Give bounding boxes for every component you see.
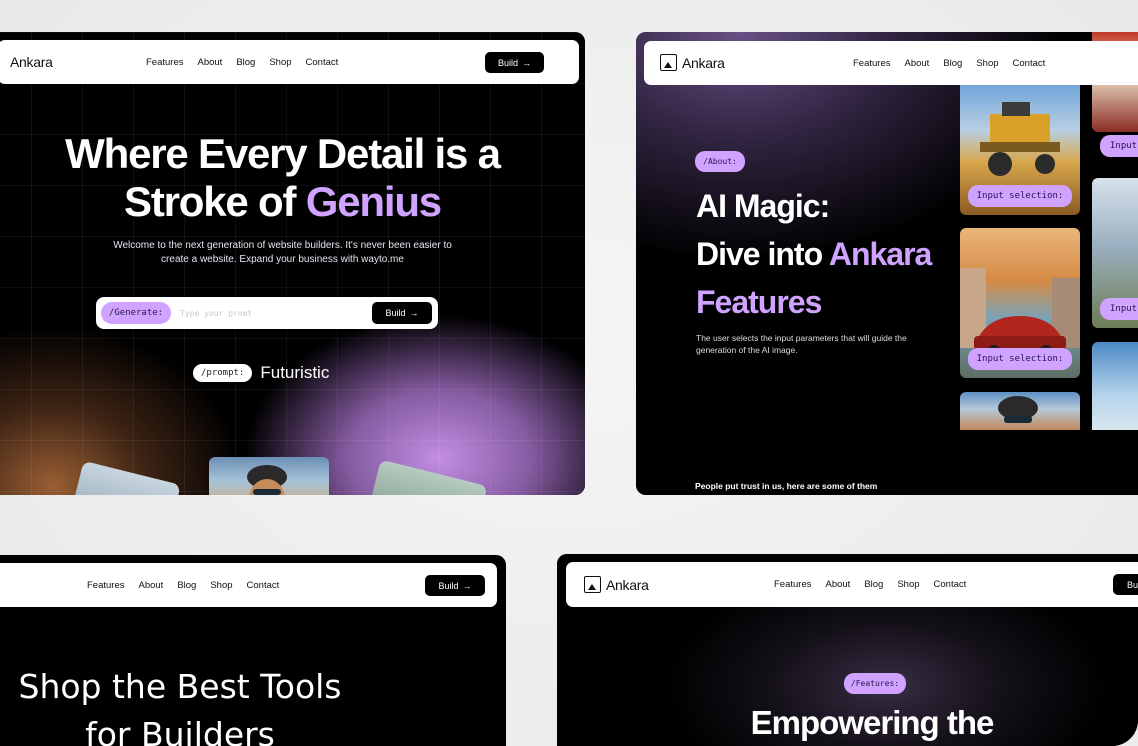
nav-link-blog[interactable]: Blog [943, 58, 962, 69]
ankara-logo-icon [660, 54, 677, 71]
prompt-input[interactable] [180, 305, 360, 321]
about-mockup-card: Input selection: Input selection: Input … [636, 32, 1138, 495]
showcase-canvas: Ankara Features About Blog Shop Contact … [0, 0, 1138, 746]
build-button[interactable]: Bu [1113, 574, 1138, 595]
portrait-illustration [998, 396, 1038, 423]
nav-link-about[interactable]: About [905, 58, 930, 69]
top-navbar: Ankara Features About Blog Shop Contact … [0, 40, 579, 84]
build-button[interactable]: Build → [485, 52, 544, 73]
prompt-display: /prompt: Futuristic [193, 363, 329, 383]
preview-image-center [209, 457, 329, 495]
nav-links: Features About Blog Shop Contact [853, 58, 1045, 69]
about-tag: /About: [695, 151, 745, 172]
hero-subtitle: Welcome to the next generation of websit… [113, 240, 452, 265]
nav-link-features[interactable]: Features [87, 580, 125, 591]
hero-mockup-card: Ankara Features About Blog Shop Contact … [0, 32, 585, 495]
brand-logo[interactable]: Ankara [584, 576, 649, 593]
nav-link-features[interactable]: Features [853, 58, 891, 69]
trust-text: People put trust in us, here are some of… [695, 481, 878, 491]
nav-link-shop[interactable]: Shop [897, 579, 919, 590]
portrait-thumbnail [247, 465, 287, 495]
top-navbar: Ankara Features About Blog Shop Contact … [566, 562, 1138, 607]
about-title-line2: Dive into Ankara [696, 230, 932, 278]
nav-link-contact[interactable]: Contact [306, 57, 339, 68]
arrow-right-icon: → [409, 308, 419, 318]
brand-name: Ankara [10, 54, 53, 70]
input-selection-pill-3[interactable]: Input [1100, 135, 1138, 157]
nav-link-blog[interactable]: Blog [177, 580, 196, 591]
ankara-logo-icon [584, 576, 601, 593]
arrow-right-icon: → [522, 57, 531, 68]
brand-name: Ankara [606, 576, 649, 593]
nav-link-contact[interactable]: Contact [247, 580, 280, 591]
prompt-value: Futuristic [260, 363, 330, 382]
about-description: The user selects the input parameters th… [696, 333, 907, 355]
shop-title-line1: Shop the Best Tools [18, 667, 342, 706]
about-title-plain: Dive into [696, 236, 823, 272]
top-navbar: Features About Blog Shop Contact Build → [0, 563, 497, 607]
shop-mockup-card: Features About Blog Shop Contact Build →… [0, 555, 506, 746]
generate-tag: /Generate: [101, 302, 171, 324]
features-tag: /Features: [844, 673, 906, 694]
hero-title: Where Every Detail is a Stroke of Genius [0, 130, 585, 226]
nav-link-blog[interactable]: Blog [236, 57, 255, 68]
brand-name: Ankara [682, 54, 725, 71]
nav-link-features[interactable]: Features [774, 579, 812, 590]
build-button-label: Build [438, 580, 459, 591]
brand-logo[interactable]: Ankara [660, 54, 725, 71]
features-mockup-card: Ankara Features About Blog Shop Contact … [557, 554, 1138, 746]
input-selection-pill-4[interactable]: Input [1100, 298, 1138, 320]
edge-image-sky [1092, 342, 1138, 430]
top-navbar: Ankara Features About Blog Shop Contact [644, 41, 1138, 85]
about-title: AI Magic: Dive into Ankara Features [696, 182, 932, 326]
build-button-label: Build [497, 57, 518, 68]
about-title-line1: AI Magic: [696, 188, 830, 224]
hero-title-plain: Stroke of [124, 178, 296, 225]
hero-title-line1: Where Every Detail is a [65, 130, 501, 177]
nav-link-features[interactable]: Features [146, 57, 184, 68]
nav-link-about[interactable]: About [198, 57, 223, 68]
nav-link-shop[interactable]: Shop [976, 58, 998, 69]
features-title: Empowering the [750, 704, 995, 741]
about-title-accent: Ankara [828, 236, 932, 272]
nav-link-blog[interactable]: Blog [864, 579, 883, 590]
shop-title: Shop the Best Tools for Builders [0, 663, 380, 746]
nav-link-about[interactable]: About [139, 580, 164, 591]
build-button-label: Bu [1127, 579, 1138, 590]
generate-build-button[interactable]: Build → [372, 302, 432, 324]
generate-build-label: Build [385, 308, 406, 318]
input-selection-pill-1[interactable]: Input selection: [968, 185, 1072, 207]
hero-title-line2: Stroke of Genius [0, 178, 585, 226]
nav-links: Features About Blog Shop Contact [146, 57, 338, 68]
about-title-line3: Features [696, 284, 822, 320]
nav-link-about[interactable]: About [826, 579, 851, 590]
prompt-tag: /prompt: [193, 364, 253, 382]
nav-link-shop[interactable]: Shop [269, 57, 291, 68]
hero-title-accent: Genius [305, 178, 442, 225]
arrow-right-icon: → [462, 580, 472, 591]
generate-bar: /Generate: Build → [96, 297, 438, 329]
nav-link-shop[interactable]: Shop [210, 580, 232, 591]
portrait-image-partial [960, 392, 1080, 430]
nav-links: Features About Blog Shop Contact [774, 579, 966, 590]
input-selection-pill-2[interactable]: Input selection: [968, 348, 1072, 370]
brand-logo[interactable]: Ankara [10, 54, 53, 70]
nav-link-contact[interactable]: Contact [1013, 58, 1046, 69]
build-button[interactable]: Build → [425, 575, 485, 596]
nav-link-contact[interactable]: Contact [934, 579, 967, 590]
shop-title-line2: for Builders [85, 715, 275, 746]
nav-links: Features About Blog Shop Contact [87, 580, 279, 591]
